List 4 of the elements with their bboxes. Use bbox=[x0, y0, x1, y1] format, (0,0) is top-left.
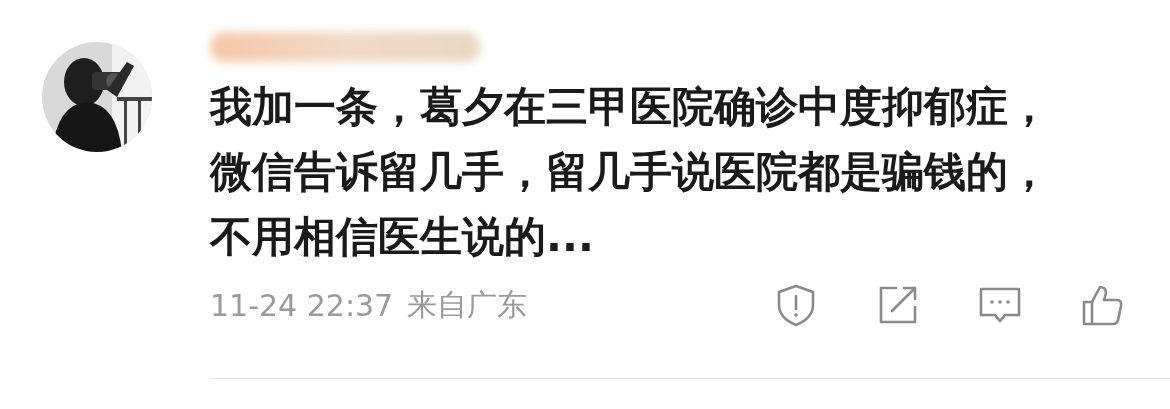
comment-location: 来自广东 bbox=[407, 285, 528, 324]
comment-time: 11-24 22:37 bbox=[210, 287, 394, 323]
like-icon[interactable] bbox=[1080, 283, 1124, 327]
comment-text: 我加一条，葛夕在三甲医院确诊中度抑郁症，微信告诉留几手，留几手说医院都是骗钱的，不用相信医生说的... bbox=[210, 81, 1051, 263]
